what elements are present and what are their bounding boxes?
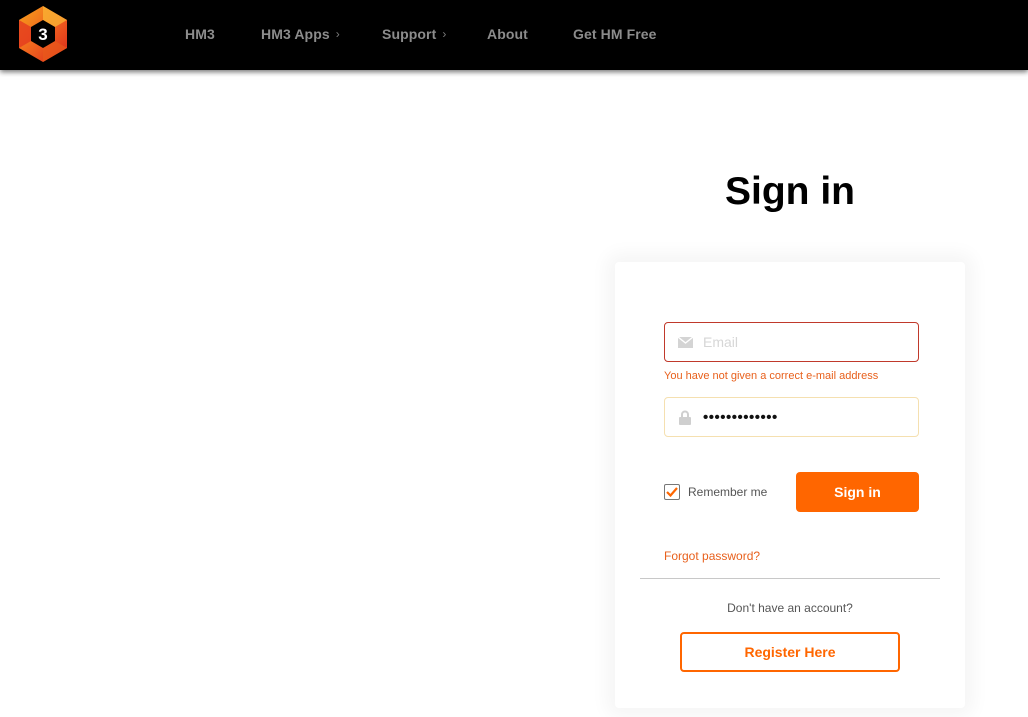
top-navbar: 3 HM3 HM3 Apps › Support › About Get HM …	[0, 0, 1028, 70]
forgot-password-link[interactable]: Forgot password?	[664, 549, 760, 563]
nav-label: Get HM Free	[573, 26, 657, 42]
chevron-right-icon: ›	[335, 27, 340, 41]
nav-label: About	[487, 26, 528, 42]
nav-item-about[interactable]: About	[487, 24, 528, 44]
email-error-message: You have not given a correct e-mail addr…	[664, 370, 879, 382]
register-button[interactable]: Register Here	[680, 632, 900, 672]
nav-item-hm3[interactable]: HM3	[185, 24, 215, 44]
checkbox[interactable]	[664, 484, 680, 500]
hm3-logo[interactable]: 3	[17, 5, 69, 63]
chevron-right-icon: ›	[442, 27, 447, 41]
nav-item-hm3-apps[interactable]: HM3 Apps ›	[261, 24, 340, 44]
checkmark-icon	[666, 487, 678, 497]
nav-item-support[interactable]: Support ›	[382, 24, 446, 44]
nav-item-get-hm-free[interactable]: Get HM Free	[573, 24, 657, 44]
nav-label: Support	[382, 26, 437, 42]
no-account-text: Don't have an account?	[727, 601, 853, 615]
divider	[640, 578, 940, 579]
envelope-icon	[677, 335, 693, 349]
password-field-wrapper: •••••••••••••	[664, 397, 919, 437]
page-title: Sign in	[725, 170, 855, 213]
email-input[interactable]	[703, 334, 903, 350]
lock-icon	[677, 410, 693, 425]
svg-text:3: 3	[38, 25, 47, 44]
password-input[interactable]: •••••••••••••	[703, 409, 903, 426]
nav-label: HM3 Apps	[261, 26, 330, 42]
hexagon-logo-icon: 3	[19, 6, 67, 62]
remember-me-checkbox[interactable]: Remember me	[664, 484, 767, 500]
signin-card: You have not given a correct e-mail addr…	[615, 262, 965, 708]
sign-in-button[interactable]: Sign in	[796, 472, 919, 512]
nav-label: HM3	[185, 26, 215, 42]
email-field-wrapper	[664, 322, 919, 362]
remember-me-label: Remember me	[688, 485, 768, 499]
